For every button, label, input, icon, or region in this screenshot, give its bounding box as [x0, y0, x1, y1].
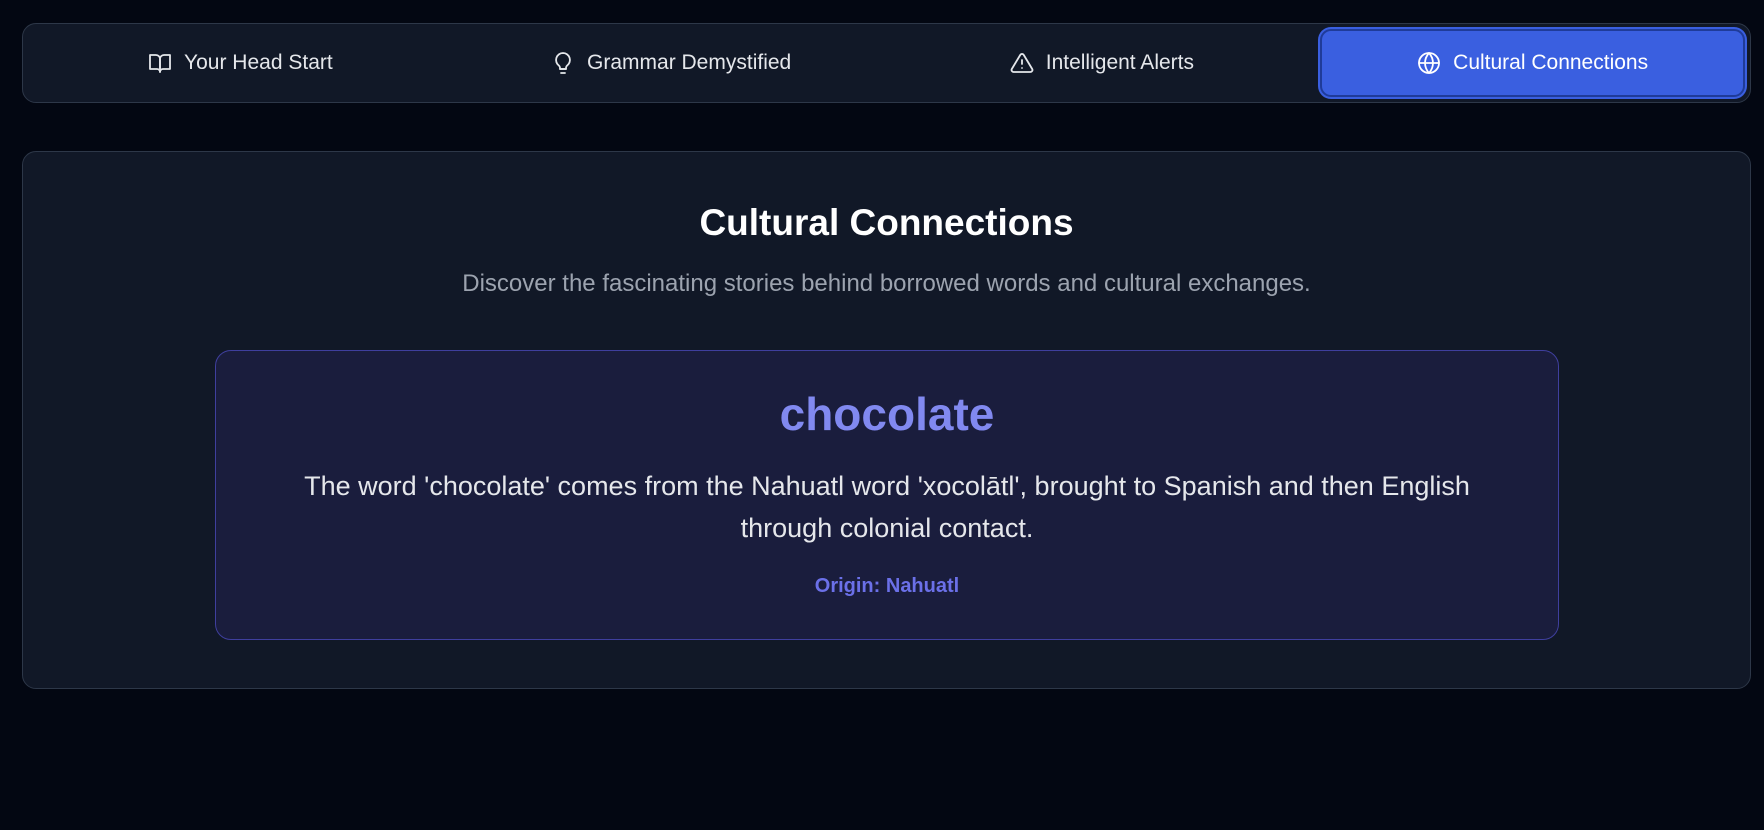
tab-label: Grammar Demystified — [587, 51, 792, 74]
word-description: The word 'chocolate' comes from the Nahu… — [304, 471, 1470, 543]
page-title: Cultural Connections — [699, 202, 1074, 243]
tab-label: Intelligent Alerts — [1045, 51, 1194, 74]
word-term: chocolate — [779, 388, 995, 440]
tab-your-head-start[interactable]: Your Head Start — [28, 29, 453, 97]
tab-cultural-connections[interactable]: Cultural Connections — [1320, 29, 1745, 97]
globe-icon — [1417, 51, 1441, 75]
tab-grammar-demystified[interactable]: Grammar Demystified — [459, 29, 884, 97]
lightbulb-icon — [551, 51, 575, 75]
page-subtitle: Discover the fascinating stories behind … — [462, 270, 1311, 297]
tab-bar: Your Head Start Grammar Demystified Inte… — [22, 23, 1751, 103]
tab-label: Cultural Connections — [1453, 51, 1649, 74]
tab-intelligent-alerts[interactable]: Intelligent Alerts — [890, 29, 1315, 97]
word-origin: Origin: Nahuatl — [814, 575, 960, 597]
tab-label: Your Head Start — [184, 51, 333, 74]
book-open-icon — [148, 51, 172, 75]
word-card: chocolate The word 'chocolate' comes fro… — [215, 350, 1559, 640]
content-panel: Cultural Connections Discover the fascin… — [22, 151, 1751, 689]
alert-triangle-icon — [1010, 51, 1034, 75]
